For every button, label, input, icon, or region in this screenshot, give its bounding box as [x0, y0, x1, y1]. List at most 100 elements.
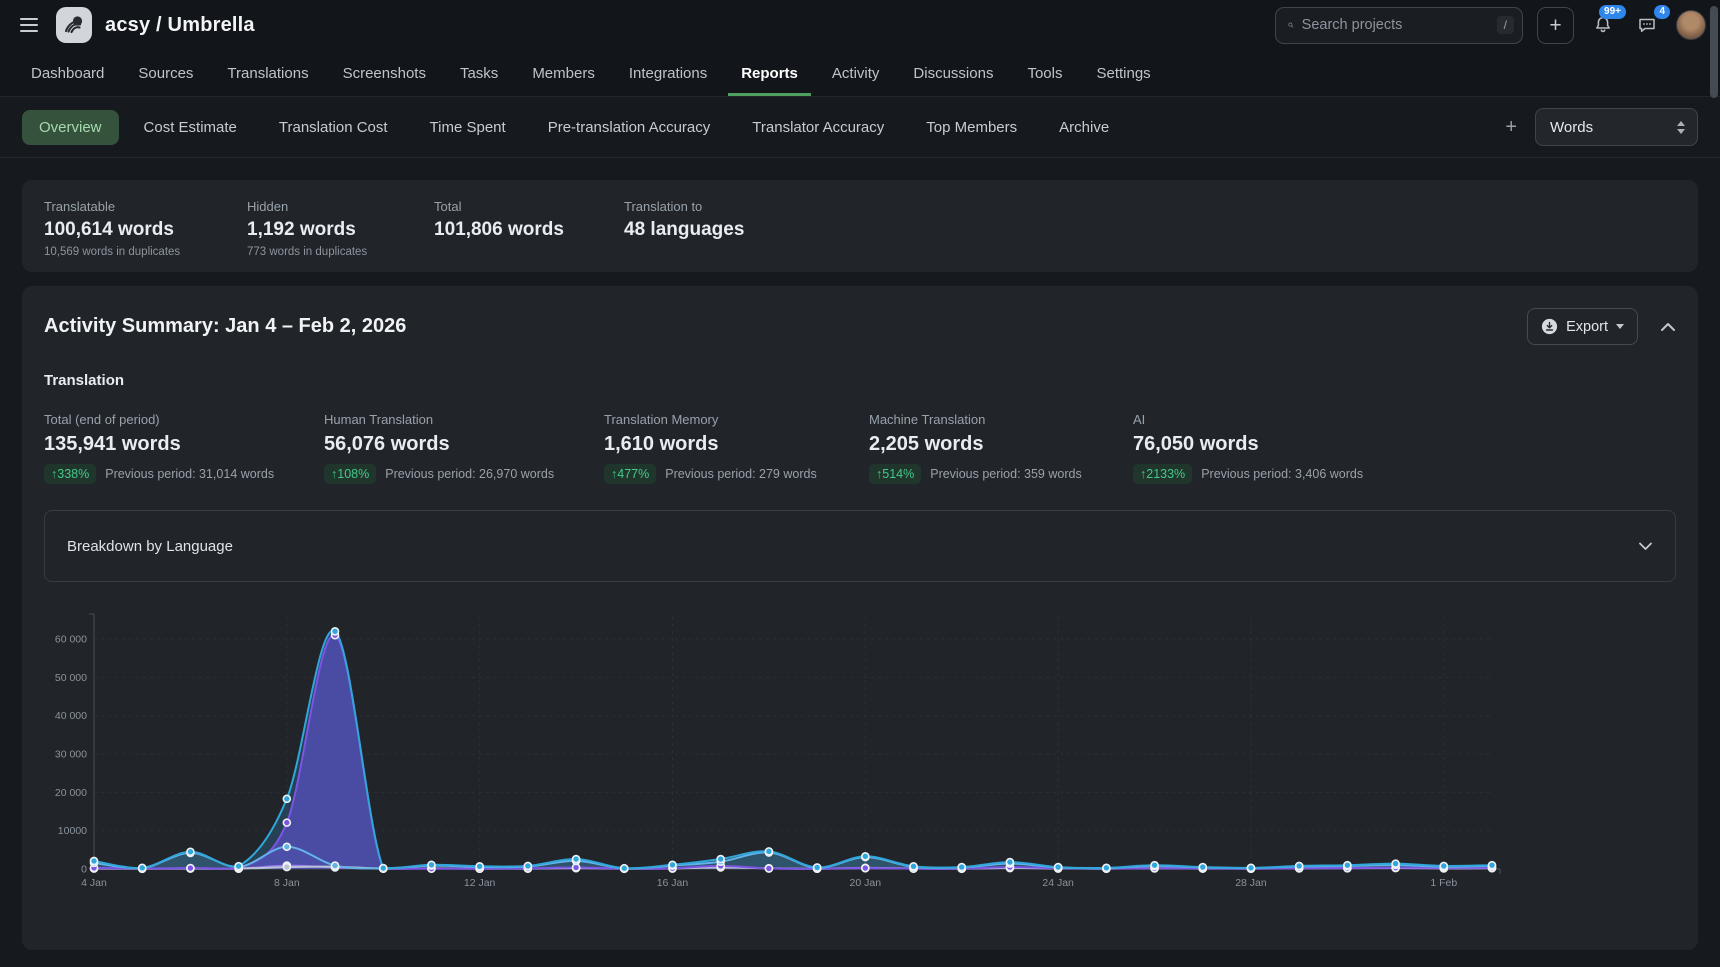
data-point[interactable]	[910, 863, 917, 870]
app-logo[interactable]	[56, 7, 92, 43]
nav-tab-dashboard[interactable]: Dashboard	[18, 50, 117, 96]
stat-label: Human Translation	[324, 412, 604, 427]
collapse-chevron-up-icon[interactable]	[1660, 322, 1676, 332]
data-point[interactable]	[1103, 864, 1110, 871]
stat-translation-to: Translation to48 languages	[624, 199, 744, 258]
activity-summary-card: Activity Summary: Jan 4 – Feb 2, 2026 Ex…	[22, 286, 1698, 950]
data-point[interactable]	[235, 863, 242, 870]
chat-icon	[1637, 15, 1657, 35]
data-point[interactable]	[621, 865, 628, 872]
data-point[interactable]	[476, 863, 483, 870]
data-point[interactable]	[765, 848, 772, 855]
nav-tab-integrations[interactable]: Integrations	[616, 50, 720, 96]
page-scrollbar[interactable]	[1710, 6, 1718, 98]
nav-tab-translations[interactable]: Translations	[214, 50, 321, 96]
data-point[interactable]	[283, 795, 290, 802]
menu-icon[interactable]	[20, 12, 46, 38]
data-point[interactable]	[669, 861, 676, 868]
x-tick-label: 8 Jan	[274, 877, 300, 889]
nav-tab-screenshots[interactable]: Screenshots	[330, 50, 439, 96]
subnav-tab-translation-cost[interactable]: Translation Cost	[262, 110, 405, 145]
subnav-tab-cost-estimate[interactable]: Cost Estimate	[127, 110, 254, 145]
x-tick-label: 1 Feb	[1430, 877, 1457, 889]
breakdown-by-language-panel[interactable]: Breakdown by Language	[44, 510, 1676, 582]
add-report-button[interactable]: +	[1495, 116, 1527, 139]
data-point[interactable]	[428, 861, 435, 868]
y-tick-label: 20 000	[55, 787, 87, 799]
stat-label: Hidden	[247, 199, 434, 214]
data-point[interactable]	[958, 864, 965, 871]
data-point[interactable]	[187, 848, 194, 855]
nav-tab-members[interactable]: Members	[519, 50, 608, 96]
x-tick-label: 12 Jan	[464, 877, 496, 889]
nav-tab-reports[interactable]: Reports	[728, 50, 811, 96]
data-point[interactable]	[573, 856, 580, 863]
unit-select[interactable]: Words	[1535, 108, 1698, 146]
nav-tab-settings[interactable]: Settings	[1083, 50, 1163, 96]
create-project-button[interactable]: +	[1537, 7, 1574, 44]
change-badge: ↑108%	[324, 464, 376, 484]
translation-stat-ai: AI76,050 words↑2133%Previous period: 3,4…	[1133, 412, 1363, 484]
previous-period-text: Previous period: 359 words	[930, 467, 1081, 481]
nav-tab-discussions[interactable]: Discussions	[900, 50, 1006, 96]
search-box[interactable]: /	[1275, 7, 1523, 44]
data-point[interactable]	[1440, 862, 1447, 869]
data-point[interactable]	[139, 864, 146, 871]
subnav-tab-pre-translation-accuracy[interactable]: Pre-translation Accuracy	[531, 110, 728, 145]
stat-label: Total (end of period)	[44, 412, 324, 427]
data-point[interactable]	[1006, 859, 1013, 866]
x-tick-label: 20 Jan	[850, 877, 882, 889]
x-tick-label: 16 Jan	[657, 877, 689, 889]
data-point[interactable]	[717, 856, 724, 863]
stat-value: 2,205 words	[869, 433, 1133, 456]
stat-value: 135,941 words	[44, 433, 324, 456]
data-point[interactable]	[1247, 864, 1254, 871]
messages-button[interactable]: 4	[1632, 10, 1662, 40]
stat-label: Total	[434, 199, 624, 214]
nav-tab-activity[interactable]: Activity	[819, 50, 893, 96]
data-point[interactable]	[283, 819, 290, 826]
data-point[interactable]	[862, 865, 869, 872]
translation-stat-total-end-of-period: Total (end of period)135,941 words↑338%P…	[44, 412, 324, 484]
data-point[interactable]	[1392, 860, 1399, 867]
stat-value: 76,050 words	[1133, 433, 1363, 456]
data-point[interactable]	[1296, 862, 1303, 869]
subnav-tab-time-spent[interactable]: Time Spent	[413, 110, 523, 145]
reports-subnav: OverviewCost EstimateTranslation CostTim…	[0, 97, 1720, 158]
export-button[interactable]: Export	[1527, 308, 1638, 345]
data-point[interactable]	[380, 865, 387, 872]
data-point[interactable]	[1055, 864, 1062, 871]
y-tick-label: 30 000	[55, 749, 87, 761]
nav-tab-sources[interactable]: Sources	[125, 50, 206, 96]
data-point[interactable]	[1199, 864, 1206, 871]
search-input[interactable]	[1302, 17, 1489, 33]
translation-stat-human-translation: Human Translation56,076 words↑108%Previo…	[324, 412, 604, 484]
project-nav: DashboardSourcesTranslationsScreenshotsT…	[0, 50, 1720, 97]
subnav-tab-translator-accuracy[interactable]: Translator Accuracy	[735, 110, 901, 145]
chevron-down-icon	[1638, 542, 1653, 551]
user-avatar[interactable]	[1676, 10, 1706, 40]
data-point[interactable]	[524, 862, 531, 869]
data-point[interactable]	[332, 628, 339, 635]
data-point[interactable]	[283, 843, 290, 850]
data-point[interactable]	[283, 864, 290, 871]
subnav-tab-archive[interactable]: Archive	[1042, 110, 1126, 145]
bird-logo-icon	[62, 13, 86, 37]
nav-tab-tasks[interactable]: Tasks	[447, 50, 511, 96]
notifications-button[interactable]: 99+	[1588, 10, 1618, 40]
activity-summary-title: Activity Summary: Jan 4 – Feb 2, 2026	[44, 315, 406, 338]
data-point[interactable]	[1344, 862, 1351, 869]
data-point[interactable]	[187, 865, 194, 872]
data-point[interactable]	[814, 864, 821, 871]
activity-chart[interactable]: 01000020 00030 00040 00050 00060 0004 Ja…	[44, 607, 1676, 908]
nav-tab-tools[interactable]: Tools	[1014, 50, 1075, 96]
subnav-tab-overview[interactable]: Overview	[22, 110, 119, 145]
subnav-tab-top-members[interactable]: Top Members	[909, 110, 1034, 145]
data-point[interactable]	[91, 857, 98, 864]
data-point[interactable]	[332, 862, 339, 869]
stat-value: 1,610 words	[604, 433, 869, 456]
data-point[interactable]	[862, 853, 869, 860]
data-point[interactable]	[1151, 862, 1158, 869]
data-point[interactable]	[765, 865, 772, 872]
data-point[interactable]	[1489, 862, 1496, 869]
